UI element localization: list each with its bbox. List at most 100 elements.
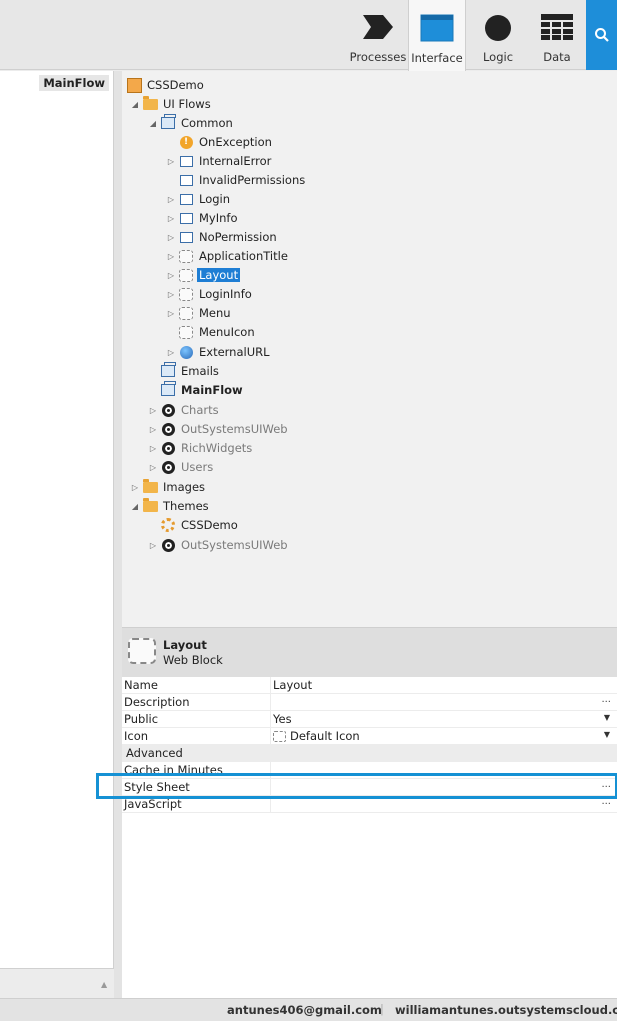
property-row-name[interactable]: Name Layout <box>122 677 617 694</box>
tree-node-menuicon[interactable]: MenuIcon <box>178 323 257 341</box>
tree-node-images[interactable]: ▷ Images <box>130 478 207 496</box>
tree-node-common[interactable]: ◢ Common <box>148 114 235 132</box>
tree-node-externalurl[interactable]: ▷ ExternalURL <box>166 343 272 361</box>
tree-node-internalerror[interactable]: ▷ InternalError <box>166 152 273 170</box>
panel-splitter[interactable] <box>114 71 122 998</box>
property-section-advanced[interactable]: Advanced <box>122 745 617 762</box>
module-icon <box>161 441 175 455</box>
tree-node-login[interactable]: ▷ Login <box>166 190 232 208</box>
property-row-icon[interactable]: Icon Default Icon ▼ <box>122 728 617 745</box>
tree-node-emails[interactable]: Emails <box>160 362 221 380</box>
interface-tab[interactable]: Interface <box>408 0 466 71</box>
expand-arrow-icon[interactable]: ▷ <box>166 271 176 280</box>
tree-node-ui-flows[interactable]: ◢ UI Flows <box>130 95 213 113</box>
tree-node-logininfo[interactable]: ▷ LoginInfo <box>166 285 254 303</box>
name-field[interactable]: Layout <box>273 678 312 692</box>
theme-icon <box>161 518 175 532</box>
module-icon <box>161 460 175 474</box>
screen-icon <box>179 174 193 186</box>
dropdown-arrow-icon[interactable]: ▼ <box>604 730 610 739</box>
tree-node-applicationtitle[interactable]: ▷ ApplicationTitle <box>166 247 290 265</box>
expand-arrow-icon[interactable]: ▷ <box>166 195 176 204</box>
expand-arrow-icon[interactable]: ▷ <box>166 157 176 166</box>
tree-node-myinfo[interactable]: ▷ MyInfo <box>166 209 240 227</box>
canvas-footer <box>0 968 114 998</box>
scroll-up-icon[interactable]: ▲ <box>101 980 107 989</box>
data-label: Data <box>543 50 571 64</box>
screen-icon <box>179 231 193 243</box>
tree-node-themes[interactable]: ◢ Themes <box>130 497 211 515</box>
webblock-icon <box>179 325 193 339</box>
folder-icon <box>142 95 158 110</box>
properties-header: Layout Web Block <box>122 627 617 677</box>
expand-arrow-icon[interactable]: ▷ <box>166 348 176 357</box>
screen-icon <box>179 155 193 167</box>
ellipsis-button[interactable]: ... <box>601 694 611 705</box>
icon-select[interactable]: Default Icon <box>273 729 360 743</box>
tree-node-mainflow[interactable]: MainFlow <box>160 381 245 399</box>
collapse-arrow-icon[interactable]: ◢ <box>148 119 158 128</box>
search-button[interactable] <box>586 0 617 70</box>
folder-icon <box>142 478 158 493</box>
expand-arrow-icon[interactable]: ▷ <box>148 541 158 550</box>
expand-arrow-icon[interactable]: ▷ <box>166 252 176 261</box>
processes-tab[interactable]: Processes <box>348 0 408 70</box>
module-icon <box>161 538 175 552</box>
screen-icon <box>179 193 193 205</box>
collapse-arrow-icon[interactable]: ◢ <box>130 502 140 511</box>
expand-arrow-icon[interactable]: ▷ <box>166 309 176 318</box>
webblock-icon <box>179 268 193 282</box>
tree-node-outsystemsuiweb[interactable]: ▷ OutSystemsUIWeb <box>148 420 290 438</box>
expand-arrow-icon[interactable]: ▷ <box>148 444 158 453</box>
selected-element-type: Web Block <box>163 653 223 667</box>
tree-node-layout[interactable]: ▷ Layout <box>166 266 241 284</box>
globe-icon <box>179 345 193 359</box>
tree-node-nopermission[interactable]: ▷ NoPermission <box>166 228 279 246</box>
folder-icon <box>142 497 158 512</box>
server-name: williamantunes.outsystemscloud.com <box>395 1003 617 1017</box>
canvas-panel: MainFlow <box>0 71 114 998</box>
mainflow-tab[interactable]: MainFlow <box>39 75 109 91</box>
tree-node-richwidgets[interactable]: ▷ RichWidgets <box>148 439 254 457</box>
search-icon <box>594 28 609 42</box>
logic-tab[interactable]: Logic <box>470 0 526 70</box>
module-icon <box>161 422 175 436</box>
expand-arrow-icon[interactable]: ▷ <box>166 214 176 223</box>
interface-icon <box>420 14 454 42</box>
tree-node-menu[interactable]: ▷ Menu <box>166 304 233 322</box>
expand-arrow-icon[interactable]: ▷ <box>148 425 158 434</box>
expand-arrow-icon[interactable]: ▷ <box>166 233 176 242</box>
tree-node-theme-outsystemsuiweb[interactable]: ▷ OutSystemsUIWeb <box>148 536 290 554</box>
status-divider: | <box>380 1002 384 1016</box>
tree-node-root[interactable]: CSSDemo <box>126 76 206 94</box>
expand-arrow-icon[interactable]: ▷ <box>148 406 158 415</box>
property-row-description[interactable]: Description ... <box>122 694 617 711</box>
property-row-public[interactable]: Public Yes ▼ <box>122 711 617 728</box>
processes-label: Processes <box>349 50 407 64</box>
expand-arrow-icon[interactable]: ▷ <box>166 290 176 299</box>
expand-arrow-icon[interactable]: ▷ <box>148 463 158 472</box>
logic-icon <box>485 15 511 41</box>
data-tab[interactable]: Data <box>528 0 586 70</box>
processes-icon <box>363 15 393 39</box>
data-grid-icon <box>541 14 573 40</box>
tree-node-invalidpermissions[interactable]: InvalidPermissions <box>178 171 307 189</box>
expand-arrow-icon[interactable]: ▷ <box>130 483 140 492</box>
style-sheet-highlight <box>96 773 617 799</box>
properties-grid: Name Layout Description ... Public Yes ▼… <box>122 677 617 998</box>
collapse-arrow-icon[interactable]: ◢ <box>130 100 140 109</box>
dropdown-arrow-icon[interactable]: ▼ <box>604 713 610 722</box>
top-toolbar: Processes Interface Logic Data <box>0 0 617 71</box>
interface-label: Interface <box>411 51 463 65</box>
tree-node-users[interactable]: ▷ Users <box>148 458 215 476</box>
tree-node-onexception[interactable]: ! OnException <box>178 133 274 151</box>
public-select[interactable]: Yes <box>273 712 292 726</box>
tree-node-charts[interactable]: ▷ Charts <box>148 401 221 419</box>
webblock-icon <box>128 638 156 664</box>
tree-node-theme-cssdemo[interactable]: CSSDemo <box>160 516 240 534</box>
flow-icon <box>161 381 176 396</box>
status-bar: antunes406@gmail.com | williamantunes.ou… <box>0 998 617 1021</box>
user-email: antunes406@gmail.com <box>227 1003 382 1017</box>
module-icon <box>161 403 175 417</box>
flow-icon <box>161 114 176 129</box>
